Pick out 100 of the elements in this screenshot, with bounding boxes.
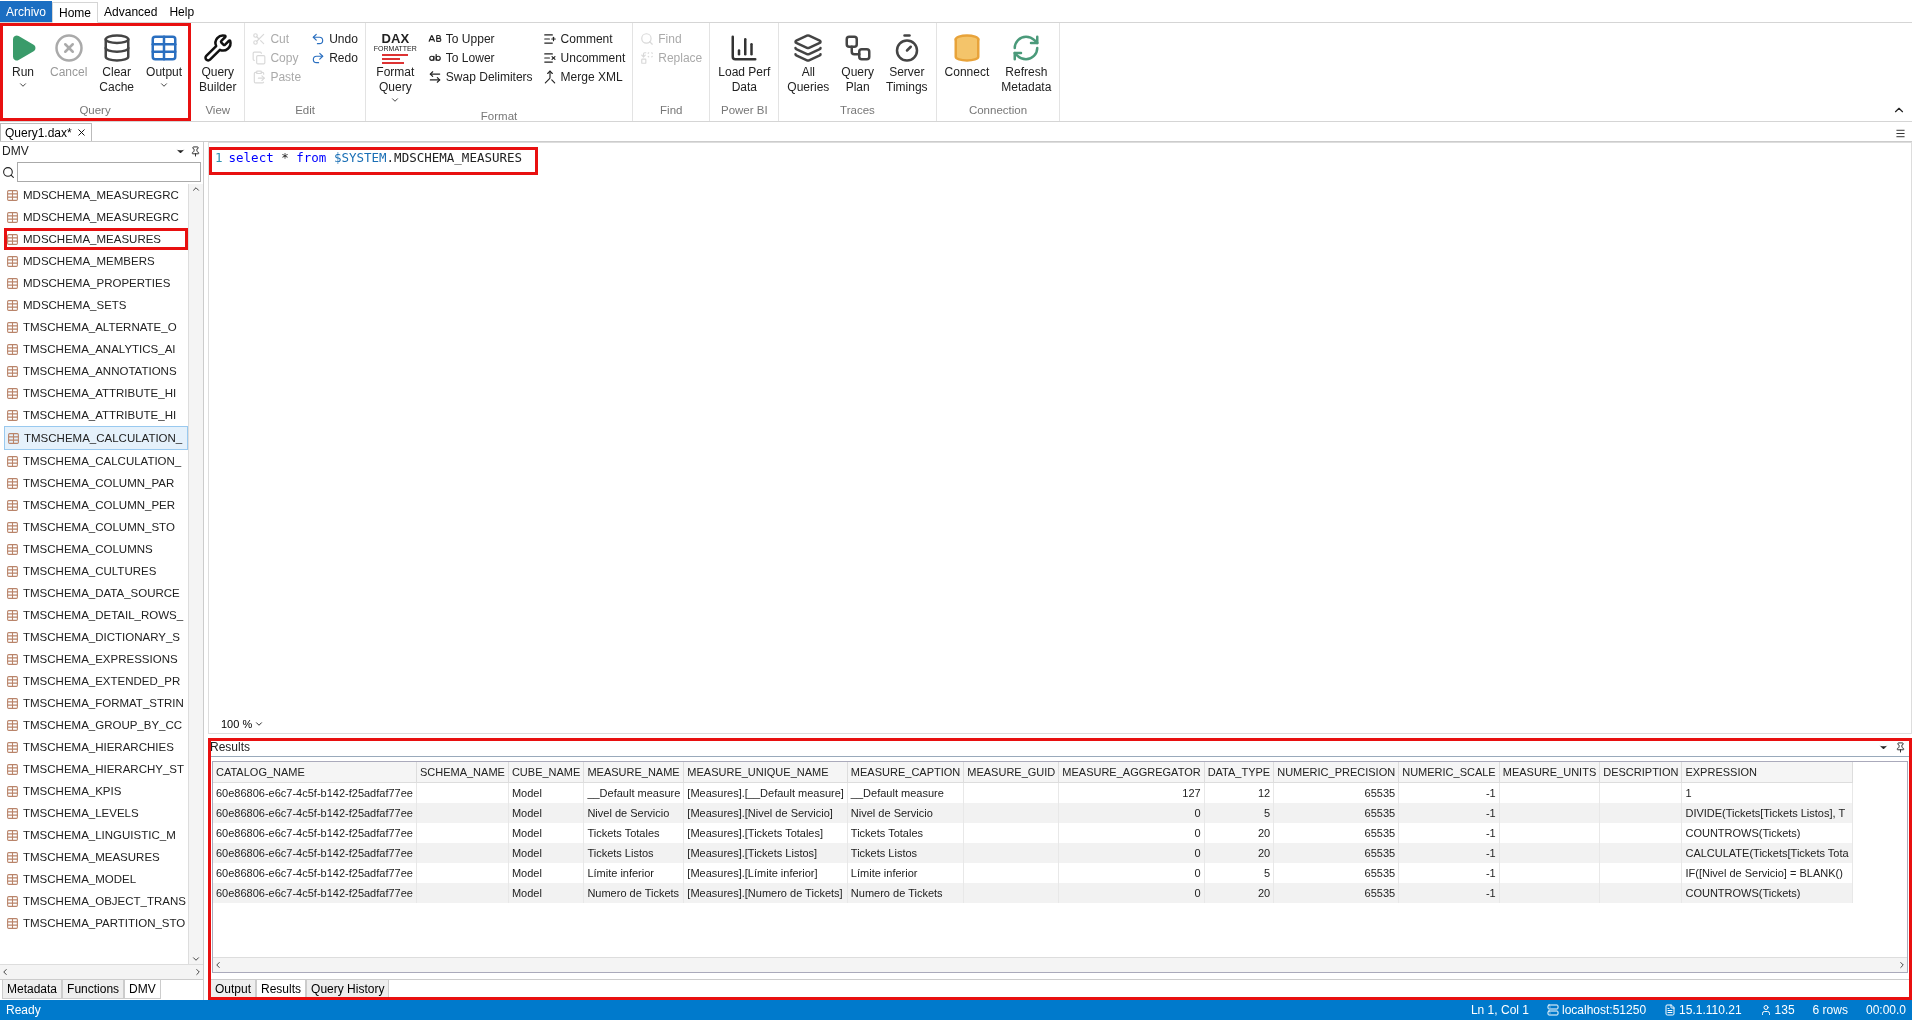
dmv-list-item[interactable]: TMSCHEMA_LEVELS <box>4 802 188 824</box>
column-header[interactable]: MEASURE_NAME <box>583 762 684 783</box>
ribbon-tab[interactable]: Advanced <box>98 1 164 22</box>
scrollbar[interactable] <box>213 957 1907 972</box>
scroll-right-icon[interactable] <box>1897 960 1907 970</box>
dmv-list-item[interactable]: TMSCHEMA_HIERARCHIES <box>4 736 188 758</box>
ribbon-button[interactable]: Swap Delimiters <box>424 67 536 86</box>
ribbon-button[interactable]: Output <box>142 29 187 92</box>
dmv-list-item[interactable]: TMSCHEMA_FORMAT_STRIN <box>4 692 188 714</box>
dmv-list-item[interactable]: MDSCHEMA_SETS <box>4 294 188 316</box>
ribbon-tab[interactable]: Help <box>163 1 201 22</box>
ribbon-button[interactable]: Load Perf Data <box>714 29 775 97</box>
ribbon-tab[interactable]: Home <box>52 2 99 23</box>
dmv-list-item[interactable]: TMSCHEMA_GROUP_BY_CC <box>4 714 188 736</box>
scroll-down-icon[interactable] <box>191 954 201 964</box>
panel-tab[interactable]: Metadata <box>2 980 63 999</box>
ribbon-button[interactable]: Query Plan <box>837 29 879 97</box>
dmv-list-item[interactable]: TMSCHEMA_CALCULATION_ <box>4 426 188 450</box>
table-icon <box>6 408 19 422</box>
document-tab[interactable]: Query1.dax* <box>0 123 92 141</box>
panel-tab[interactable]: Functions <box>62 980 125 999</box>
ribbon-button[interactable]: Undo <box>308 29 361 48</box>
dmv-list-item[interactable]: TMSCHEMA_EXTENDED_PR <box>4 670 188 692</box>
zoom-dropdown[interactable]: 100 % <box>221 718 265 730</box>
column-header[interactable]: SCHEMA_NAME <box>416 762 509 783</box>
scroll-left-icon[interactable] <box>0 967 10 977</box>
table-cell: -1 <box>1398 883 1500 903</box>
column-header[interactable]: NUMERIC_SCALE <box>1398 762 1500 783</box>
ribbon-button[interactable]: Connect <box>940 29 994 82</box>
table-icon <box>6 210 19 224</box>
scrollbar[interactable] <box>188 184 203 964</box>
column-header[interactable]: NUMERIC_PRECISION <box>1273 762 1399 783</box>
results-tab[interactable]: Results <box>256 980 307 999</box>
column-header[interactable]: MEASURE_UNIQUE_NAME <box>683 762 848 783</box>
ribbon-button[interactable]: To Lower <box>424 48 536 67</box>
table-icon <box>6 630 19 644</box>
dmv-list-item[interactable]: MDSCHEMA_MEASUREGRC <box>4 184 188 206</box>
dmv-list-item[interactable]: TMSCHEMA_ALTERNATE_O <box>4 316 188 338</box>
results-tab[interactable]: Query History <box>306 980 390 999</box>
dmv-list-item[interactable]: TMSCHEMA_COLUMN_STO <box>4 516 188 538</box>
dmv-list-item[interactable]: TMSCHEMA_COLUMN_PAR <box>4 472 188 494</box>
ribbon-button[interactable]: Merge XML <box>539 67 629 86</box>
menu-icon[interactable] <box>1895 128 1906 139</box>
dmv-list-item[interactable]: TMSCHEMA_EXPRESSIONS <box>4 648 188 670</box>
ribbon-button[interactable]: To Upper <box>424 29 536 48</box>
cursor-position: Ln 1, Col 1 <box>1470 1003 1529 1017</box>
panel-tab[interactable]: DMV <box>124 980 161 999</box>
column-header[interactable]: CUBE_NAME <box>508 762 584 783</box>
column-header[interactable]: MEASURE_GUID <box>963 762 1059 783</box>
ribbon-button[interactable]: Clear Cache <box>95 29 139 97</box>
dmv-list-item[interactable]: TMSCHEMA_MEASURES <box>4 846 188 868</box>
dmv-list-item[interactable]: TMSCHEMA_LINGUISTIC_M <box>4 824 188 846</box>
server-icon <box>1547 1004 1559 1016</box>
dmv-list-item[interactable]: TMSCHEMA_DATA_SOURCE <box>4 582 188 604</box>
pin-icon[interactable] <box>190 145 201 157</box>
dmv-list-item[interactable]: TMSCHEMA_KPIS <box>4 780 188 802</box>
column-header[interactable]: CATALOG_NAME <box>213 762 417 783</box>
column-header[interactable]: MEASURE_CAPTION <box>847 762 964 783</box>
ribbon-button[interactable]: All Queries <box>783 29 834 97</box>
ribbon-button[interactable]: Refresh Metadata <box>997 29 1056 97</box>
dmv-list-item[interactable]: TMSCHEMA_CULTURES <box>4 560 188 582</box>
ribbon-tab[interactable]: Archivo <box>0 1 52 22</box>
ribbon-button[interactable]: Query Builder <box>195 29 241 97</box>
dmv-list-item[interactable]: MDSCHEMA_MEASUREGRC <box>4 206 188 228</box>
dmv-list-item[interactable]: TMSCHEMA_OBJECT_TRANS <box>4 890 188 912</box>
dmv-list-item[interactable]: MDSCHEMA_MEMBERS <box>4 250 188 272</box>
dmv-list-item[interactable]: TMSCHEMA_DETAIL_ROWS_ <box>4 604 188 626</box>
ribbon-button[interactable]: Server Timings <box>882 29 932 97</box>
close-icon[interactable] <box>75 127 87 138</box>
column-header[interactable]: EXPRESSION <box>1681 762 1853 783</box>
dmv-list-item[interactable]: TMSCHEMA_COLUMN_PER <box>4 494 188 516</box>
ribbon-button[interactable]: Redo <box>308 48 361 67</box>
dmv-list-item[interactable]: TMSCHEMA_COLUMNS <box>4 538 188 560</box>
dmv-list-item[interactable]: TMSCHEMA_ATTRIBUTE_HI <box>4 404 188 426</box>
dmv-list-item[interactable]: TMSCHEMA_ATTRIBUTE_HI <box>4 382 188 404</box>
dmv-list-item[interactable]: TMSCHEMA_ANNOTATIONS <box>4 360 188 382</box>
results-tab[interactable]: Output <box>210 980 257 999</box>
ribbon-button[interactable]: Uncomment <box>539 48 629 67</box>
scroll-up-icon[interactable] <box>191 184 201 194</box>
search-field[interactable] <box>17 162 201 182</box>
dmv-list-item[interactable]: MDSCHEMA_MEASURES <box>4 228 188 250</box>
dmv-list-item[interactable]: TMSCHEMA_ANALYTICS_AI <box>4 338 188 360</box>
table-cell: [Measures].[Numero de Tickets] <box>683 883 848 903</box>
pin-icon[interactable] <box>1895 741 1906 753</box>
column-header[interactable]: MEASURE_AGGREGATOR <box>1058 762 1205 783</box>
scroll-left-icon[interactable] <box>213 960 223 970</box>
ribbon-button[interactable]: Run <box>4 29 42 92</box>
dmv-list-item[interactable]: TMSCHEMA_PARTITION_STO <box>4 912 188 934</box>
scroll-right-icon[interactable] <box>193 967 203 977</box>
scrollbar[interactable] <box>0 964 203 979</box>
dmv-list-item[interactable]: TMSCHEMA_CALCULATION_ <box>4 450 188 472</box>
ribbon-button[interactable]: Comment <box>539 29 629 48</box>
dmv-list-item[interactable]: TMSCHEMA_DICTIONARY_S <box>4 626 188 648</box>
dmv-list-item[interactable]: MDSCHEMA_PROPERTIES <box>4 272 188 294</box>
dmv-list-item[interactable]: TMSCHEMA_MODEL <box>4 868 188 890</box>
dmv-list-item[interactable]: TMSCHEMA_HIERARCHY_ST <box>4 758 188 780</box>
column-header[interactable]: MEASURE_UNITS <box>1499 762 1600 783</box>
column-header[interactable]: DATA_TYPE <box>1204 762 1274 783</box>
table-icon <box>6 784 19 798</box>
column-header[interactable]: DESCRIPTION <box>1599 762 1682 783</box>
